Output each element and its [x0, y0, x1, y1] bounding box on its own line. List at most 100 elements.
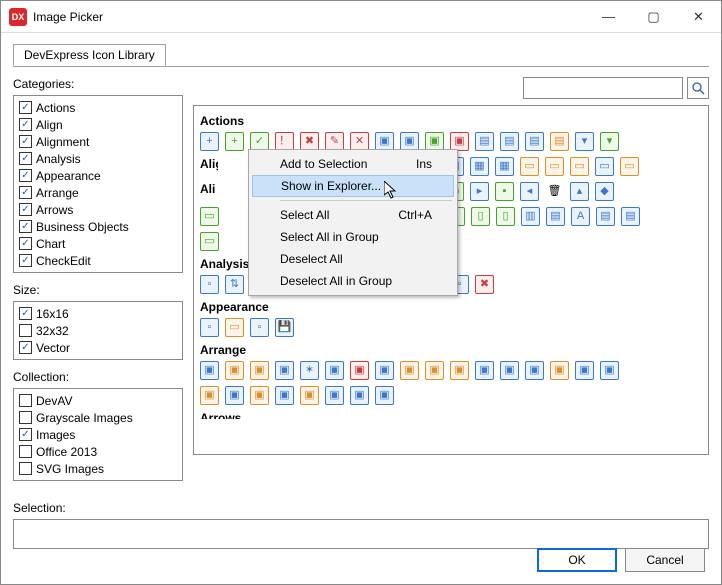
icon-item[interactable]: ▤	[621, 207, 640, 226]
icon-item[interactable]: ▤	[525, 132, 544, 151]
icon-item[interactable]: A	[571, 207, 590, 226]
icon-item[interactable]: ▾	[575, 132, 594, 151]
checkbox-icon[interactable]	[19, 324, 32, 337]
icon-item[interactable]: 🗑	[545, 182, 564, 201]
category-item[interactable]: Alignment	[19, 133, 177, 150]
icon-item[interactable]: ▯	[471, 207, 490, 226]
icon-item[interactable]: ▣	[375, 361, 394, 380]
icon-item[interactable]: ▦	[495, 157, 514, 176]
search-input[interactable]	[523, 77, 683, 99]
icon-item[interactable]: ▣	[225, 361, 244, 380]
icon-item[interactable]: ✶	[300, 361, 319, 380]
menu-select-all[interactable]: Select All Ctrl+A	[252, 204, 454, 226]
minimize-button[interactable]: —	[586, 2, 631, 32]
icon-item[interactable]: ▣	[250, 386, 269, 405]
icon-item[interactable]: ▣	[425, 361, 444, 380]
icon-item[interactable]: ▣	[600, 361, 619, 380]
icon-item[interactable]: ▪	[495, 182, 514, 201]
icon-item[interactable]: ▣	[225, 386, 244, 405]
menu-deselect-all[interactable]: Deselect All	[252, 248, 454, 270]
icon-item[interactable]: ▣	[300, 386, 319, 405]
icon-item[interactable]: ▣	[500, 361, 519, 380]
checkbox-icon[interactable]	[19, 237, 32, 250]
menu-add-to-selection[interactable]: Add to Selection Ins	[252, 153, 454, 175]
icon-item[interactable]: ▫	[200, 275, 219, 294]
icon-item[interactable]: ▫	[200, 318, 219, 337]
checkbox-icon[interactable]	[19, 169, 32, 182]
icon-item[interactable]: ▣	[475, 361, 494, 380]
icon-item[interactable]: ▾	[600, 132, 619, 151]
category-item[interactable]: Business Objects	[19, 218, 177, 235]
icon-item[interactable]: ▣	[325, 361, 344, 380]
ok-button[interactable]: OK	[537, 548, 617, 572]
category-item[interactable]: Arrows	[19, 201, 177, 218]
icon-item[interactable]: ▦	[470, 157, 489, 176]
category-item[interactable]: Arrange	[19, 184, 177, 201]
icon-item[interactable]: +	[225, 132, 244, 151]
cancel-button[interactable]: Cancel	[625, 548, 705, 572]
icon-item[interactable]: ▤	[475, 132, 494, 151]
icon-item[interactable]: ▣	[325, 386, 344, 405]
collection-item[interactable]: Grayscale Images	[19, 409, 177, 426]
maximize-button[interactable]: ▢	[631, 2, 676, 32]
icon-item[interactable]: ▤	[550, 132, 569, 151]
checkbox-icon[interactable]	[19, 307, 32, 320]
checkbox-icon[interactable]	[19, 394, 32, 407]
icon-item[interactable]: ▭	[570, 157, 589, 176]
menu-show-in-explorer[interactable]: Show in Explorer...	[252, 175, 454, 197]
checkbox-icon[interactable]	[19, 203, 32, 216]
category-item[interactable]: Analysis	[19, 150, 177, 167]
category-item[interactable]: Align	[19, 116, 177, 133]
size-item[interactable]: Vector	[19, 339, 177, 356]
checkbox-icon[interactable]	[19, 220, 32, 233]
icon-item[interactable]: ▭	[200, 207, 219, 226]
icon-item[interactable]: ▤	[596, 207, 615, 226]
icon-item[interactable]: ▣	[350, 386, 369, 405]
icon-item[interactable]: ▭	[200, 232, 219, 251]
menu-deselect-all-in-group[interactable]: Deselect All in Group	[252, 270, 454, 292]
icon-item[interactable]: ▣	[400, 361, 419, 380]
icon-item[interactable]: ▸	[470, 182, 489, 201]
checkbox-icon[interactable]	[19, 152, 32, 165]
icon-item[interactable]: ▣	[275, 386, 294, 405]
checkbox-icon[interactable]	[19, 186, 32, 199]
checkbox-icon[interactable]	[19, 411, 32, 424]
icon-item[interactable]: ▫	[250, 318, 269, 337]
icon-item[interactable]: ✖	[475, 275, 494, 294]
icon-item[interactable]: ⇅	[225, 275, 244, 294]
icon-item[interactable]: ▣	[575, 361, 594, 380]
icon-item[interactable]: ▭	[620, 157, 639, 176]
icon-item[interactable]: ▭	[520, 157, 539, 176]
icon-item[interactable]: ▣	[525, 361, 544, 380]
checkbox-icon[interactable]	[19, 101, 32, 114]
icon-item[interactable]: +	[200, 132, 219, 151]
category-item[interactable]: Appearance	[19, 167, 177, 184]
category-item[interactable]: CheckEdit	[19, 252, 177, 269]
icon-item[interactable]: ▭	[225, 318, 244, 337]
close-button[interactable]: ✕	[676, 2, 721, 32]
checkbox-icon[interactable]	[19, 118, 32, 131]
collection-item[interactable]: SVG Images	[19, 460, 177, 477]
icon-item[interactable]: ▣	[250, 361, 269, 380]
icon-item[interactable]: ▣	[275, 361, 294, 380]
icon-item[interactable]: ▣	[350, 361, 369, 380]
icon-item[interactable]: ▤	[500, 132, 519, 151]
icon-item[interactable]: ▤	[546, 207, 565, 226]
icon-item[interactable]: ◂	[520, 182, 539, 201]
icon-item[interactable]: ▣	[375, 386, 394, 405]
icon-item[interactable]: ▭	[545, 157, 564, 176]
icon-item[interactable]: ▴	[570, 182, 589, 201]
size-item[interactable]: 16x16	[19, 305, 177, 322]
tab-icon-library[interactable]: DevExpress Icon Library	[13, 44, 166, 66]
checkbox-icon[interactable]	[19, 462, 32, 475]
size-item[interactable]: 32x32	[19, 322, 177, 339]
collection-item[interactable]: DevAV	[19, 392, 177, 409]
icon-item[interactable]: ▣	[450, 361, 469, 380]
checkbox-icon[interactable]	[19, 135, 32, 148]
icon-item[interactable]: ▭	[595, 157, 614, 176]
icon-item[interactable]: ▣	[200, 361, 219, 380]
icon-item[interactable]: ▥	[521, 207, 540, 226]
checkbox-icon[interactable]	[19, 341, 32, 354]
search-button[interactable]	[687, 77, 709, 99]
checkbox-icon[interactable]	[19, 428, 32, 441]
